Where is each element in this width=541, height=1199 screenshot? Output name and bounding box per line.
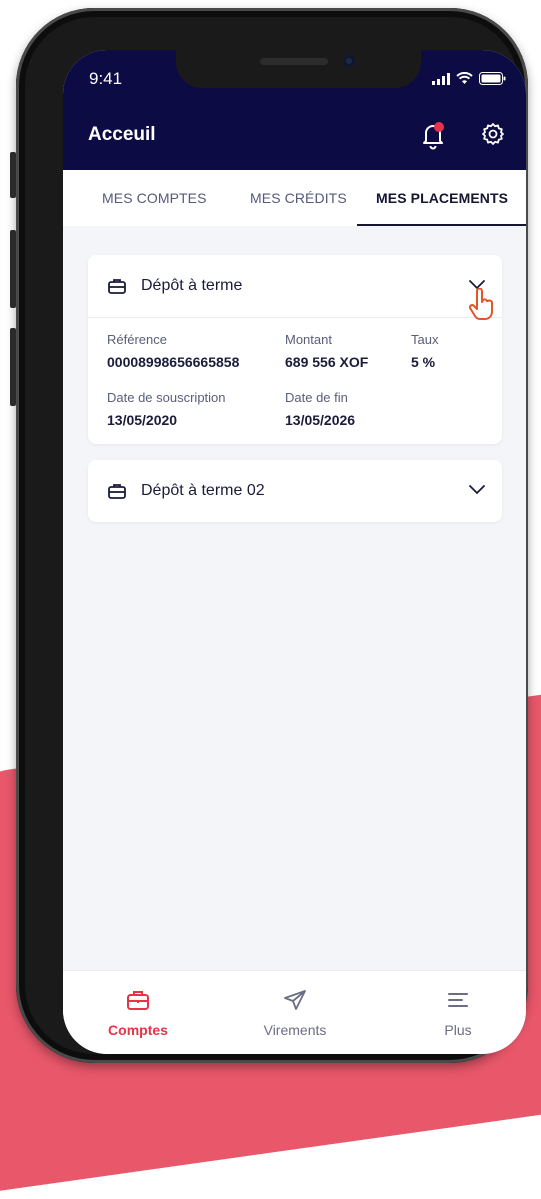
briefcase-icon [108,279,126,294]
notification-bell-icon[interactable] [420,120,446,150]
placement-title: Dépôt à terme [141,277,243,294]
front-camera [343,55,355,67]
placement-title: Dépôt à terme 02 [141,482,265,499]
chevron-down-icon[interactable] [469,485,485,495]
mute-switch [10,152,16,198]
tabbar-item-plus[interactable]: Plus [433,989,483,1038]
fin-value: 13/05/2026 [285,412,356,428]
volume-up-button [10,230,16,308]
active-tab-indicator [357,224,526,226]
tabbar-item-virements[interactable]: Virements [255,989,335,1038]
tab-mes-credits[interactable]: MES CRÉDITS [250,190,347,206]
reference-label: Référence [107,332,167,347]
notch [176,50,421,88]
tab-mes-placements[interactable]: MES PLACEMENTS [376,190,508,206]
briefcase-icon [108,484,126,499]
tabbar-item-comptes[interactable]: Comptes [103,989,173,1038]
volume-down-button [10,328,16,406]
speaker [260,58,328,65]
montant-value: 689 556 XOF [285,354,369,370]
phone-screen: 9:41 Acceuil MES COMPTES MES CRÉDITS MES… [63,50,526,1054]
placement-card-header[interactable]: Dépôt à terme [88,255,502,320]
notification-badge [434,122,444,132]
tabbar-label: Virements [263,1022,327,1038]
taux-value: 5 % [411,354,436,370]
souscription-value: 13/05/2020 [107,412,178,428]
page-title: Acceuil [88,124,156,145]
menu-icon [448,993,468,1007]
card-divider [88,317,502,318]
tabbar-label: Comptes [108,1022,168,1038]
status-icons [432,72,506,85]
bottom-tab-bar: Comptes Virements Plus [63,970,526,1054]
tabbar-label: Plus [444,1022,472,1038]
tab-bar-top: MES COMPTES MES CRÉDITS MES PLACEMENTS [63,170,526,226]
battery-icon [479,72,506,85]
placement-card-header[interactable]: Dépôt à terme 02 [88,460,502,522]
placement-card-expanded[interactable]: Dépôt à terme Référence 0000899865666585… [88,255,502,444]
wifi-icon [456,72,473,84]
settings-gear-icon[interactable] [481,122,505,146]
souscription-label: Date de souscription [107,390,226,405]
status-time: 9:41 [89,69,123,88]
signal-icon [432,72,450,85]
reference-value: 00008998656665858 [107,354,240,370]
placement-card-collapsed[interactable]: Dépôt à terme 02 [88,460,502,522]
briefcase-icon [127,991,149,1010]
montant-label: Montant [285,332,332,347]
phone-frame: 9:41 Acceuil MES COMPTES MES CRÉDITS MES… [10,8,528,1063]
paper-plane-icon [284,990,306,1010]
tab-mes-comptes[interactable]: MES COMPTES [102,190,207,206]
pointer-hand-icon [468,288,493,320]
fin-label: Date de fin [285,390,348,405]
taux-label: Taux [411,332,439,347]
